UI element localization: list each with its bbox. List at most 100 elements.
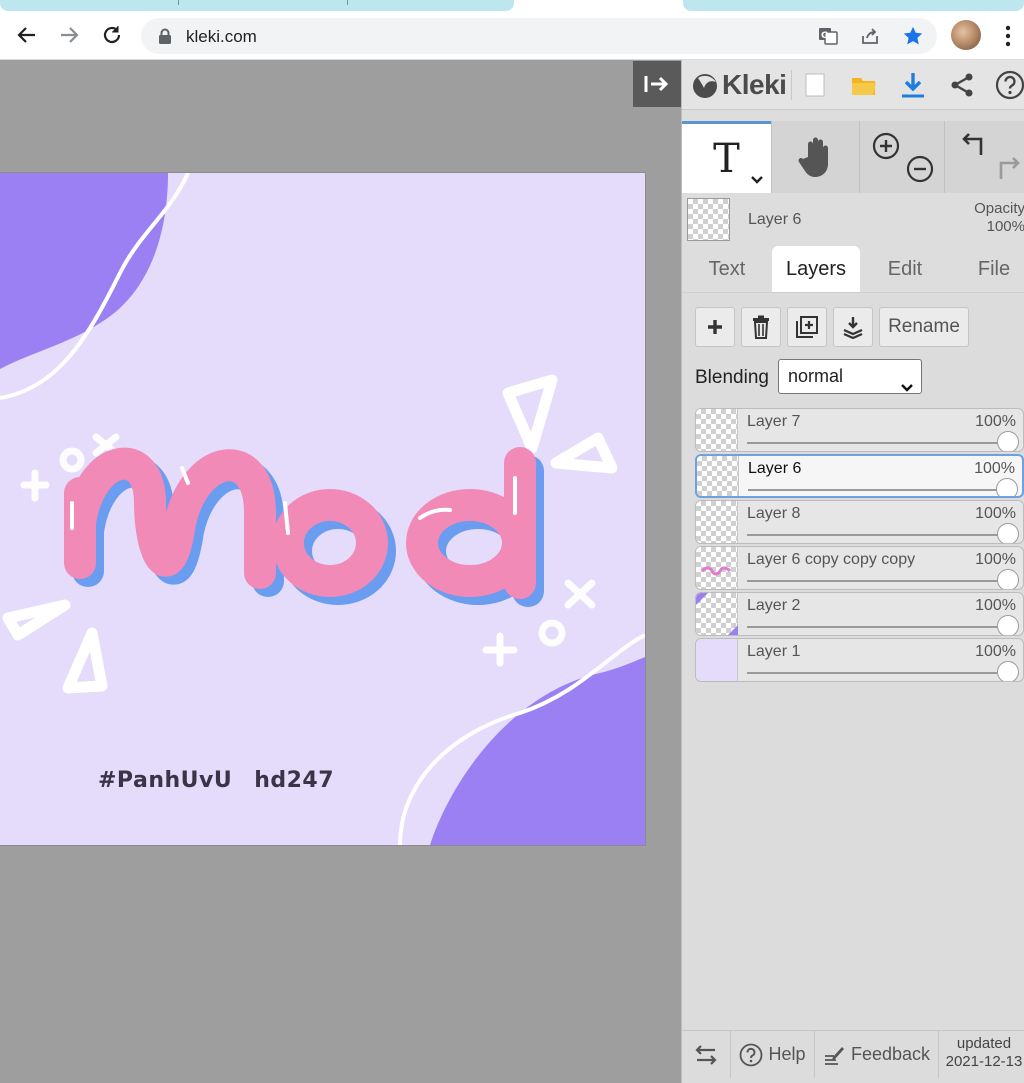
back-arrow-icon[interactable]: [12, 20, 42, 50]
text-tool-glyph: T: [713, 135, 740, 182]
layer-opacity-track[interactable]: [747, 672, 1007, 674]
new-image-icon[interactable]: [798, 68, 832, 102]
layer-opacity-track[interactable]: [747, 534, 1007, 536]
feedback-button[interactable]: Feedback: [815, 1031, 939, 1078]
layer-opacity: 100%: [975, 505, 1016, 522]
tab-file[interactable]: File: [964, 246, 1024, 292]
drawing-canvas[interactable]: #PanhUvU hd247: [0, 173, 645, 845]
layer-opacity-handle[interactable]: [997, 569, 1019, 589]
updated-info[interactable]: updated 2021-12-13: [939, 1035, 1024, 1071]
triangle-decoration: [550, 432, 618, 474]
delete-layer-button[interactable]: [741, 307, 781, 347]
layer-item[interactable]: Layer 2 100%: [695, 592, 1024, 636]
share-icon[interactable]: [945, 68, 979, 102]
layer-name: Layer 7: [747, 413, 801, 430]
layer-thumbnail: [697, 456, 739, 496]
collapse-panel-icon[interactable]: [633, 61, 681, 107]
caption-right: hd247: [254, 768, 335, 793]
blending-label: Blending: [695, 367, 769, 388]
kleki-logo[interactable]: Kleki: [690, 68, 787, 102]
layers-tab-body: Rename Blending normal Layer 7 100% Laye…: [682, 292, 1024, 1030]
layer-opacity-handle[interactable]: [997, 523, 1019, 543]
chevron-down-icon[interactable]: [750, 172, 764, 190]
triangle-decoration: [502, 374, 558, 454]
layer-name: Layer 8: [747, 505, 801, 522]
layer-opacity-handle[interactable]: [997, 615, 1019, 635]
layer-thumbnail: [696, 547, 738, 589]
layer-item[interactable]: Layer 8 100%: [695, 500, 1024, 544]
help-button[interactable]: Help: [731, 1031, 815, 1078]
opacity-readout[interactable]: Opacity 100%: [965, 200, 1024, 236]
layer-opacity-handle[interactable]: [997, 661, 1019, 681]
history-tools: [944, 121, 1024, 193]
share-icon[interactable]: [859, 25, 881, 47]
opacity-label: Opacity: [974, 200, 1024, 217]
open-folder-icon[interactable]: [847, 68, 881, 102]
profile-avatar[interactable]: [951, 20, 981, 50]
hand-tool[interactable]: [771, 121, 859, 193]
tab-text[interactable]: Text: [694, 246, 760, 292]
redo-icon[interactable]: [995, 153, 1023, 186]
caption-left: #PanhUvU: [98, 768, 233, 793]
canvas-caption: #PanhUvU hd247: [98, 768, 356, 793]
browser-tab[interactable]: [683, 0, 1024, 11]
add-layer-button[interactable]: [695, 307, 735, 347]
chevron-down-icon: [901, 371, 913, 404]
layer-thumbnail: [696, 593, 738, 635]
layer-opacity: 100%: [975, 413, 1016, 430]
download-icon[interactable]: [896, 68, 930, 102]
translate-icon[interactable]: G: [817, 25, 839, 47]
layer-item[interactable]: Layer 7 100%: [695, 408, 1024, 452]
duplicate-layer-icon: [796, 316, 818, 338]
updated-date: 2021-12-13: [945, 1053, 1023, 1070]
layer-opacity-track[interactable]: [748, 489, 1006, 491]
drawing-stage[interactable]: #PanhUvU hd247: [0, 60, 681, 1083]
zoom-in-icon[interactable]: [872, 132, 900, 165]
layer-opacity-track[interactable]: [747, 626, 1007, 628]
reload-icon[interactable]: [97, 20, 127, 50]
layer-opacity: 100%: [975, 643, 1016, 660]
duplicate-layer-button[interactable]: [787, 307, 827, 347]
feedback-label: Feedback: [850, 1044, 931, 1064]
layer-opacity-handle[interactable]: [996, 478, 1018, 496]
zoom-out-icon[interactable]: [906, 155, 934, 188]
purple-blob: [430, 657, 645, 845]
tab-edit[interactable]: Edit: [874, 246, 936, 292]
browser-tab[interactable]: [0, 0, 514, 11]
triangle-decoration: [2, 599, 71, 641]
triangle-decoration: [62, 627, 108, 694]
layer-item[interactable]: Layer 1 100%: [695, 638, 1024, 682]
address-bar[interactable]: kleki.com G: [141, 18, 937, 54]
canvas-artwork: [0, 173, 645, 845]
browser-toolbar: kleki.com G: [0, 14, 1024, 60]
lock-icon[interactable]: [158, 28, 172, 49]
divider: [791, 70, 792, 100]
blending-select[interactable]: normal: [778, 359, 922, 394]
text-tool[interactable]: T: [682, 121, 771, 193]
blending-value: normal: [788, 366, 844, 386]
headline-lettering: [64, 447, 536, 599]
tab-layers[interactable]: Layers: [772, 246, 860, 292]
bookmark-star-icon[interactable]: [902, 25, 924, 47]
kleki-side-panel: Kleki T Layer 6 Opacity 100% Text Layers…: [681, 60, 1024, 1083]
layer-opacity-track[interactable]: [747, 442, 1007, 444]
layer-opacity-handle[interactable]: [997, 431, 1019, 451]
layer-opacity: 100%: [975, 551, 1016, 568]
kebab-menu-icon[interactable]: [996, 22, 1020, 50]
undo-icon[interactable]: [959, 131, 987, 164]
layer-list: Layer 7 100% Layer 6 100% Layer 8 100% L…: [695, 408, 1024, 684]
layer-opacity: 100%: [974, 460, 1015, 477]
layer-opacity-track[interactable]: [747, 580, 1007, 582]
url-text[interactable]: kleki.com: [186, 27, 257, 47]
layer-item-selected[interactable]: Layer 6 100%: [695, 454, 1024, 498]
layer-item[interactable]: Layer 6 copy copy copy 100%: [695, 546, 1024, 590]
app-name: Kleki: [722, 69, 787, 100]
merge-down-button[interactable]: [833, 307, 873, 347]
help-icon[interactable]: [993, 68, 1024, 102]
panel-footer: Help Feedback updated 2021-12-13: [682, 1030, 1024, 1083]
swap-side-icon[interactable]: [682, 1031, 731, 1078]
rename-button[interactable]: Rename: [879, 307, 969, 347]
delete-layer-icon: [753, 315, 769, 339]
forward-arrow-icon[interactable]: [54, 20, 84, 50]
tab-divider: [347, 0, 348, 5]
